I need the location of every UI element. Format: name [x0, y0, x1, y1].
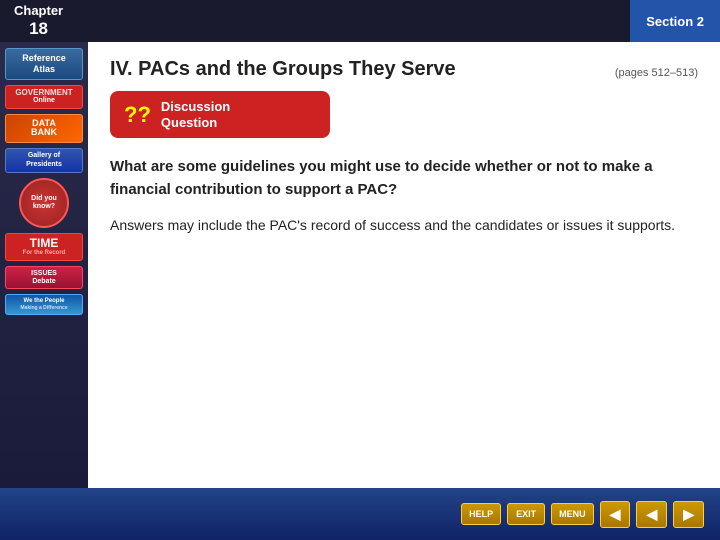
sidebar-did-icon: Did you know?: [19, 178, 69, 228]
content-panel: IV. PACs and the Groups They Serve (page…: [88, 42, 720, 488]
answer-text: Answers may include the PAC's record of …: [110, 215, 698, 236]
sidebar-data-line2: BANK: [8, 128, 80, 138]
chapter-number: 18: [29, 19, 48, 39]
main-area: Reference Atlas GOVERNMENT Online DATA B…: [0, 42, 720, 488]
sidebar-item-reference-atlas[interactable]: Reference Atlas: [5, 48, 83, 80]
sidebar-item-gallery-presidents[interactable]: Gallery of Presidents: [5, 148, 83, 173]
top-bar: Chapter 18 Section 2: [0, 0, 720, 42]
sidebar-ref-line1: Reference: [8, 53, 80, 64]
sidebar-time-line1: TIME: [8, 237, 80, 250]
sidebar-gov-line2: Online: [8, 97, 80, 105]
sidebar-gallery-line2: Presidents: [8, 161, 80, 169]
sidebar-people-line2: Making a Difference: [8, 305, 80, 311]
question-text: What are some guidelines you might use t…: [110, 156, 698, 201]
discussion-label: Discussion Question: [161, 99, 230, 130]
sidebar-item-time-record[interactable]: TIME For the Record: [5, 233, 83, 261]
menu-button[interactable]: MENU: [551, 503, 594, 525]
chapter-label: Chapter: [14, 3, 63, 19]
sidebar: Reference Atlas GOVERNMENT Online DATA B…: [0, 42, 88, 488]
sidebar-ref-line2: Atlas: [8, 64, 80, 75]
prev-arrow-button[interactable]: ◀: [600, 501, 631, 528]
sidebar-gallery-line1: Gallery of: [8, 152, 80, 160]
sidebar-gov-line1: GOVERNMENT: [8, 88, 80, 98]
sidebar-item-we-the-people[interactable]: We the People Making a Difference: [5, 294, 83, 315]
sidebar-item-did-you-know[interactable]: Did you know?: [5, 178, 83, 228]
app-wrapper: Chapter 18 Section 2 Reference Atlas GOV…: [0, 0, 720, 540]
exit-button[interactable]: EXIT: [507, 503, 545, 525]
discussion-question-icon: ??: [124, 104, 151, 126]
chapter-box: Chapter 18: [0, 0, 77, 42]
discussion-label-line1: Discussion: [161, 99, 230, 115]
content-pages: (pages 512–513): [110, 67, 698, 79]
discussion-question-box: ?? Discussion Question: [110, 91, 330, 138]
help-button[interactable]: HELP: [461, 503, 501, 525]
sidebar-issues-line2: Debate: [8, 278, 80, 286]
sidebar-item-issues-debate[interactable]: ISSUES Debate: [5, 266, 83, 289]
sidebar-issues-line1: ISSUES: [8, 270, 80, 278]
sidebar-did-line1: Did you: [31, 195, 57, 203]
sidebar-item-government-online[interactable]: GOVERNMENT Online: [5, 85, 83, 109]
sidebar-did-line2: know?: [33, 203, 55, 211]
sidebar-time-line2: For the Record: [8, 250, 80, 257]
sidebar-item-data-bank[interactable]: DATA BANK: [5, 114, 83, 144]
back-arrow-button[interactable]: ◀: [636, 501, 667, 528]
sidebar-people-line1: We the People: [8, 298, 80, 305]
section-box: Section 2: [630, 0, 720, 42]
next-arrow-button[interactable]: ▶: [673, 501, 704, 528]
bottom-bar: HELP EXIT MENU ◀ ◀ ▶: [0, 488, 720, 540]
section-label: Section 2: [646, 14, 704, 29]
discussion-label-line2: Question: [161, 115, 230, 131]
